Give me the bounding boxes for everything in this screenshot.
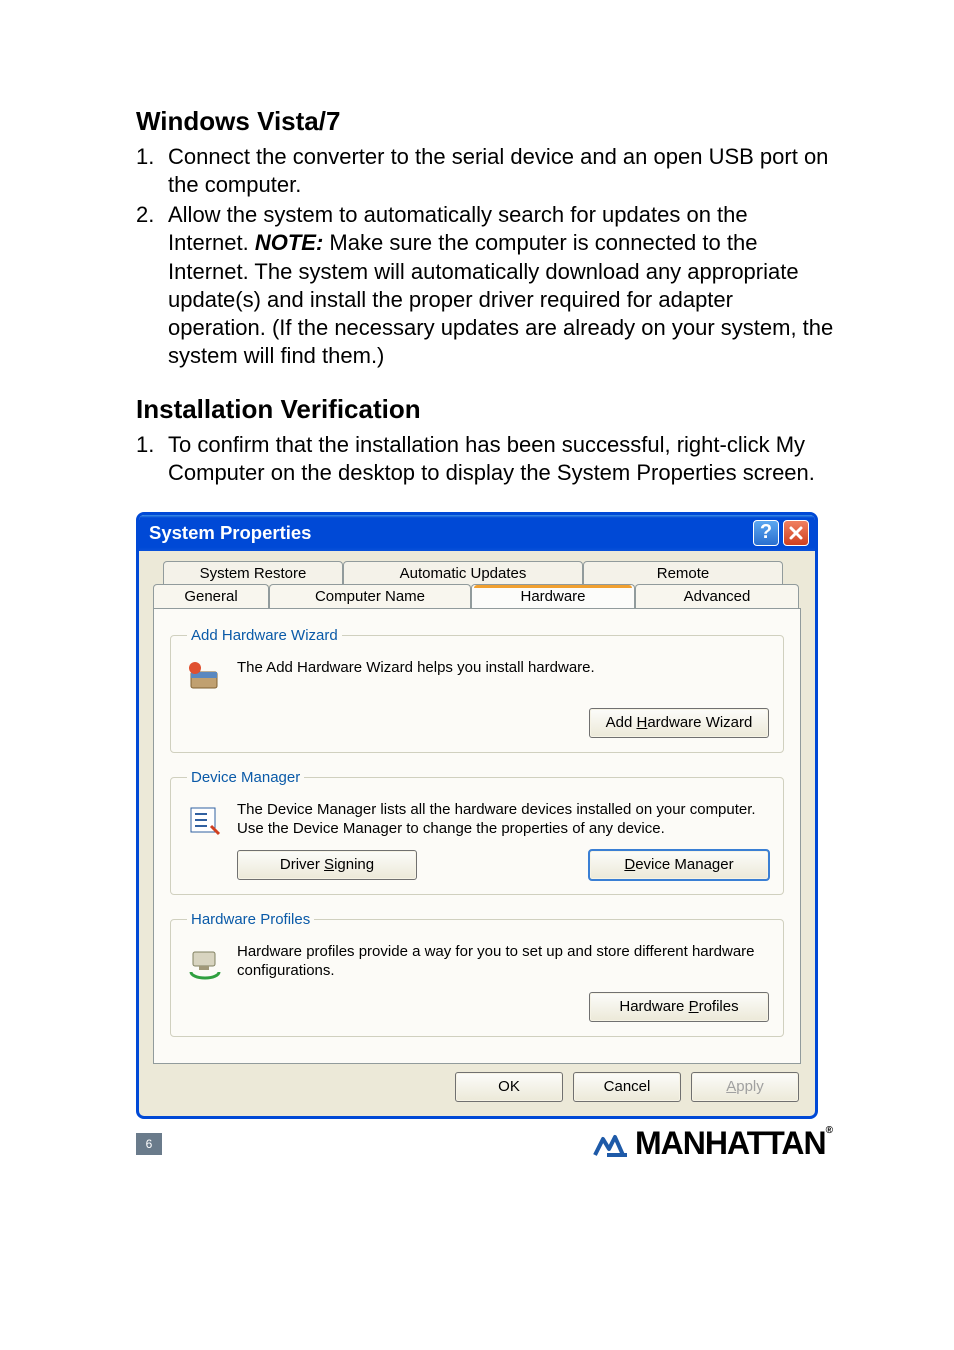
hardware-tabpanel: Add Hardware Wizard The Add Hardware Wiz… (153, 608, 801, 1064)
step-number: 2. (136, 201, 168, 370)
group-legend: Add Hardware Wizard (187, 627, 342, 644)
hardware-profiles-group: Hardware Profiles Hardware profiles prov… (170, 911, 784, 1037)
cancel-button[interactable]: Cancel (573, 1072, 681, 1102)
device-manager-button[interactable]: Device Manager (589, 850, 769, 880)
brand-logo: MANHATTAN® (593, 1125, 832, 1162)
close-button[interactable] (783, 520, 809, 546)
verify-step-1: 1. To confirm that the installation has … (136, 431, 834, 487)
tab-general[interactable]: General (153, 584, 269, 608)
hardware-profiles-icon (185, 942, 225, 982)
titlebar[interactable]: System Properties ? (139, 515, 815, 551)
tab-computer-name[interactable]: Computer Name (269, 584, 471, 608)
manhattan-icon (593, 1129, 629, 1159)
step-body: To confirm that the installation has bee… (168, 431, 834, 487)
step-number: 1. (136, 431, 168, 487)
vista-steps: 1. Connect the converter to the serial d… (136, 143, 834, 370)
heading-vista: Windows Vista/7 (136, 106, 834, 137)
tab-remote[interactable]: Remote (583, 561, 783, 585)
group-legend: Device Manager (187, 769, 304, 786)
brand-name: MANHATTAN® (635, 1125, 832, 1162)
tab-automatic-updates[interactable]: Automatic Updates (343, 561, 583, 585)
group-text: The Device Manager lists all the hardwar… (237, 800, 769, 839)
step-body: Connect the converter to the serial devi… (168, 143, 834, 199)
ok-button[interactable]: OK (455, 1072, 563, 1102)
verify-steps: 1. To confirm that the installation has … (136, 431, 834, 487)
vista-step-2: 2. Allow the system to automatically sea… (136, 201, 834, 370)
tab-hardware[interactable]: Hardware (471, 584, 635, 608)
close-icon (788, 525, 804, 541)
add-hardware-wizard-button[interactable]: Add Hardware Wizard (589, 708, 769, 738)
heading-verify: Installation Verification (136, 394, 834, 425)
vista-step-1: 1. Connect the converter to the serial d… (136, 143, 834, 199)
group-legend: Hardware Profiles (187, 911, 314, 928)
note-label: NOTE: (255, 230, 323, 255)
step-body: Allow the system to automatically search… (168, 201, 834, 370)
help-icon: ? (760, 521, 772, 544)
system-properties-dialog: System Properties ? System Restore Autom… (136, 512, 818, 1119)
step-number: 1. (136, 143, 168, 199)
help-button[interactable]: ? (753, 520, 779, 546)
tab-system-restore[interactable]: System Restore (163, 561, 343, 585)
add-hardware-wizard-group: Add Hardware Wizard The Add Hardware Wiz… (170, 627, 784, 753)
driver-signing-button[interactable]: Driver Signing (237, 850, 417, 880)
hardware-profiles-button[interactable]: Hardware Profiles (589, 992, 769, 1022)
device-manager-icon (185, 800, 225, 840)
page-number: 6 (136, 1133, 162, 1155)
group-text: The Add Hardware Wizard helps you instal… (237, 658, 769, 678)
hardware-wizard-icon (185, 658, 225, 698)
device-manager-group: Device Manager The Device Manager lists … (170, 769, 784, 895)
group-text: Hardware profiles provide a way for you … (237, 942, 769, 981)
window-title: System Properties (149, 522, 311, 544)
tab-advanced[interactable]: Advanced (635, 584, 799, 608)
apply-button[interactable]: Apply (691, 1072, 799, 1102)
